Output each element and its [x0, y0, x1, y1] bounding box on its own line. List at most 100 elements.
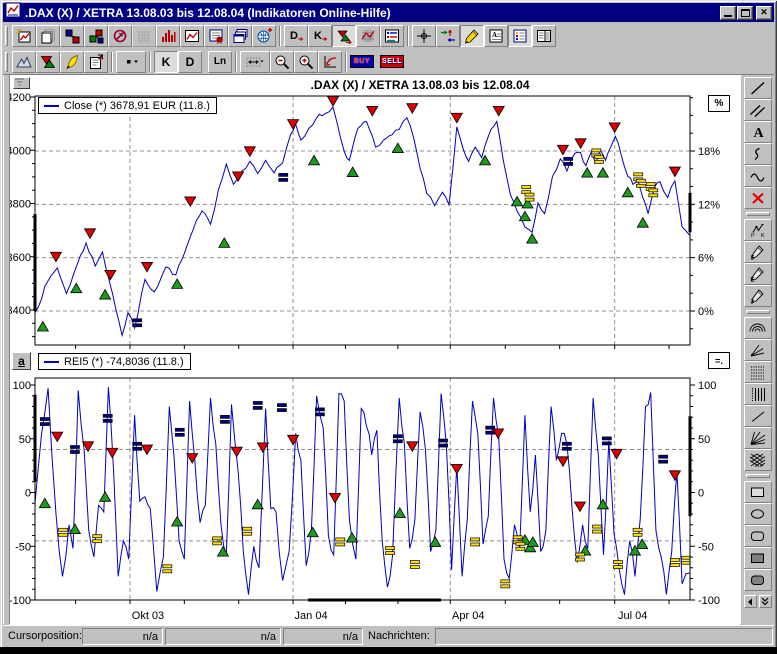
world-chart-button[interactable]: [252, 25, 276, 47]
buy-signal-marker: [172, 279, 183, 289]
report-window-button[interactable]: [204, 25, 228, 47]
scroll-left-button[interactable]: [744, 595, 757, 608]
pencil-3-tool-button[interactable]: 3: [744, 285, 772, 307]
zoom-out-button[interactable]: [270, 51, 294, 73]
buy-signal-marker: [309, 155, 320, 165]
toolbar-grip[interactable]: [5, 52, 8, 72]
rounded-rectangle-tool-button[interactable]: [744, 525, 772, 547]
draw-pencil-button[interactable]: [460, 25, 484, 47]
sell-signal-marker: [328, 97, 339, 107]
data-grid-button[interactable]: [132, 25, 156, 47]
pencil-fan-tool-button[interactable]: [744, 339, 772, 361]
indicator-lines-button[interactable]: [380, 25, 404, 47]
split-window-button[interactable]: [532, 25, 556, 47]
buy-signal-marker: [172, 517, 183, 527]
no-indicator-button[interactable]: [108, 25, 132, 47]
pause_yellow-marker: [513, 536, 522, 539]
price-legend[interactable]: Close (*) 3678,91 EUR (11.8.): [38, 97, 217, 114]
notes-doc-button[interactable]: A: [484, 25, 508, 47]
toolbar-grip[interactable]: [746, 474, 770, 478]
close-button[interactable]: ✕: [756, 6, 772, 20]
pencil-s-tool-button[interactable]: S: [744, 241, 772, 263]
h-span-arrows-combo[interactable]: [240, 51, 270, 73]
scroll-down-button[interactable]: [759, 595, 772, 608]
toolbar-grip[interactable]: [5, 26, 8, 46]
price-plot-border[interactable]: [35, 96, 690, 345]
left-splitter[interactable]: [3, 75, 10, 624]
window-stack-button[interactable]: [228, 25, 252, 47]
pause_dark-marker: [486, 426, 495, 429]
filled-rounded-rectangle-tool-button[interactable]: [744, 569, 772, 591]
button-k[interactable]: K: [154, 51, 178, 73]
buy-signal-marker: [71, 283, 82, 293]
chart-canvas[interactable]: 4200400038003600340018%12%6%0%1001005050…: [10, 75, 740, 625]
pause_yellow-marker: [410, 561, 419, 564]
indicator-list-button[interactable]: [508, 25, 532, 47]
vertical-grid-tool-button[interactable]: [744, 383, 772, 405]
big-triangles-button[interactable]: [36, 51, 60, 73]
button-d[interactable]: D: [178, 51, 202, 73]
chart-plot-svg[interactable]: 4200400038003600340018%12%6%0%1001005050…: [10, 75, 740, 625]
chart-grid-button[interactable]: [356, 25, 380, 47]
detach-d-button[interactable]: D: [284, 25, 308, 47]
ellipse-tool-button[interactable]: [744, 503, 772, 525]
toolbar-grip[interactable]: [746, 212, 770, 216]
signal-triangles-button[interactable]: [332, 25, 356, 47]
parallel-lines-tool-button[interactable]: [744, 99, 772, 121]
new-chart-button[interactable]: [12, 25, 36, 47]
line-chart-button[interactable]: [180, 25, 204, 47]
pause_yellow-marker: [592, 530, 601, 533]
svg-text:3600: 3600: [10, 252, 31, 264]
toolbar-grip[interactable]: [746, 310, 770, 314]
volume-bars-button[interactable]: [156, 25, 180, 47]
sell-signal-marker: [50, 252, 61, 262]
oscillator-line: [35, 387, 690, 594]
diagonal-line-tool-button[interactable]: [744, 405, 772, 427]
collapse-arrow-icon: [14, 78, 25, 86]
detach-k-button[interactable]: K: [308, 25, 332, 47]
shift-arrows-button[interactable]: [436, 25, 460, 47]
line-width-dot-combo[interactable]: [116, 51, 146, 73]
pencil-e-tool-button[interactable]: E: [744, 263, 772, 285]
rectangle-tool-button[interactable]: [744, 481, 772, 503]
text-label-tool-button[interactable]: A: [744, 121, 772, 143]
mountain-chart-button[interactable]: [12, 51, 36, 73]
buy-badge-button[interactable]: BUY: [350, 55, 374, 68]
crosshatch-tool-button[interactable]: [744, 449, 772, 471]
copy-pages-button[interactable]: [36, 25, 60, 47]
crosshair-button[interactable]: [412, 25, 436, 47]
quill-pen-button[interactable]: [60, 51, 84, 73]
axis-shift-button[interactable]: [318, 51, 342, 73]
cursor-field-2: n/a: [165, 628, 281, 645]
filled-rectangle-tool-button[interactable]: [744, 547, 772, 569]
wave-curve-tool-button[interactable]: [744, 165, 772, 187]
sell-badge-button[interactable]: SELL: [380, 55, 404, 68]
oscillator-scale-box[interactable]: =.: [708, 352, 730, 369]
concentric-arcs-tool-button[interactable]: [744, 317, 772, 339]
pause_yellow-marker: [682, 561, 691, 564]
delete-red-x-tool-button[interactable]: [744, 187, 772, 209]
link-objects-red-button[interactable]: [60, 25, 84, 47]
peak-signal-tool-button[interactable]: PK: [744, 219, 772, 241]
sell-signal-marker: [329, 493, 340, 503]
gann-fan-tool-button[interactable]: [744, 427, 772, 449]
link-objects-green-button[interactable]: [84, 25, 108, 47]
properties-sheet-button[interactable]: [84, 51, 108, 73]
panel-a-button[interactable]: a: [12, 352, 31, 370]
filter-collapse-button[interactable]: [13, 77, 30, 89]
pause_dark-marker: [279, 178, 288, 181]
zigzag-freehand-tool-button[interactable]: [744, 143, 772, 165]
application-window: .DAX (X) / XETRA 13.08.03 bis 12.08.04 (…: [0, 0, 777, 654]
sell-signal-marker: [493, 106, 504, 116]
maximize-button[interactable]: [737, 6, 753, 20]
oscillator-legend[interactable]: REI5 (*) -74,8036 (11.8.): [38, 353, 191, 370]
button-ln[interactable]: Ln: [208, 51, 232, 73]
pause_yellow-marker: [682, 556, 691, 559]
minimize-button[interactable]: [720, 6, 736, 20]
oscillator-plot-border[interactable]: [35, 378, 690, 600]
percent-scale-box[interactable]: %: [708, 95, 730, 112]
zoom-in-button[interactable]: [294, 51, 318, 73]
fibonacci-hlines-tool-button[interactable]: [744, 361, 772, 383]
svg-text:-100: -100: [698, 595, 720, 607]
trend-line-tool-button[interactable]: [744, 77, 772, 99]
